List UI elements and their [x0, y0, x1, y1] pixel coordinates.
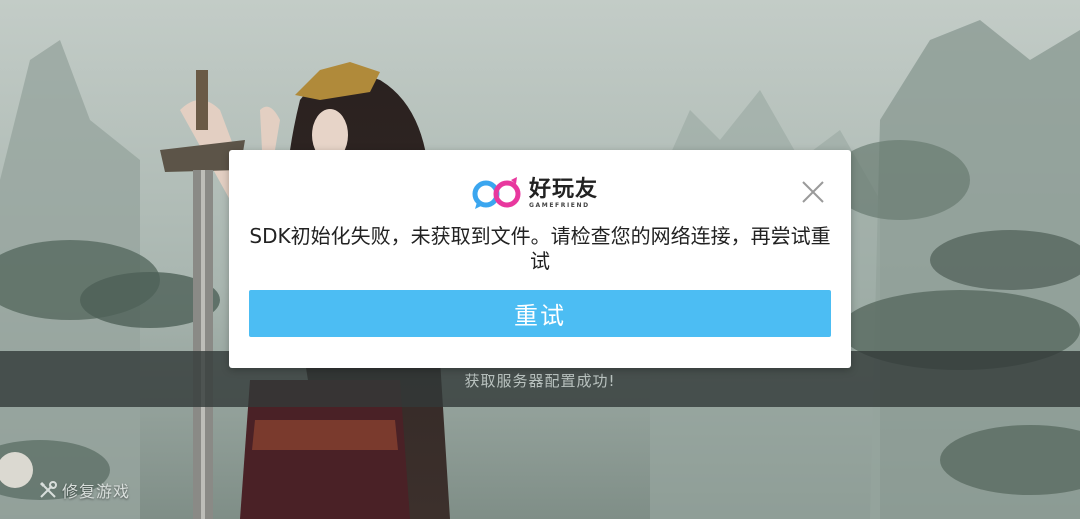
status-text: 获取服务器配置成功!	[464, 372, 616, 390]
gamefriend-logo: 好玩友 GAMEFRIEND	[471, 176, 598, 212]
gamefriend-logo-icon	[472, 177, 521, 209]
error-message: SDK初始化失败，未获取到文件。请检查您的网络连接，再尝试重试	[249, 224, 831, 273]
sdk-error-dialog: 好玩友 GAMEFRIEND SDK初始化失败，未获取到文件。请检查您的网络连接…	[229, 150, 851, 368]
logo-title: 好玩友	[529, 176, 599, 202]
retry-button[interactable]: 重试	[249, 290, 831, 337]
repair-game-link[interactable]: 修复游戏	[38, 479, 130, 501]
close-icon	[802, 181, 824, 203]
logo-subtitle: GAMEFRIEND	[529, 201, 590, 209]
repair-game-label: 修复游戏	[62, 482, 131, 501]
close-button[interactable]	[801, 180, 825, 204]
wrench-screwdriver-icon	[39, 481, 57, 498]
